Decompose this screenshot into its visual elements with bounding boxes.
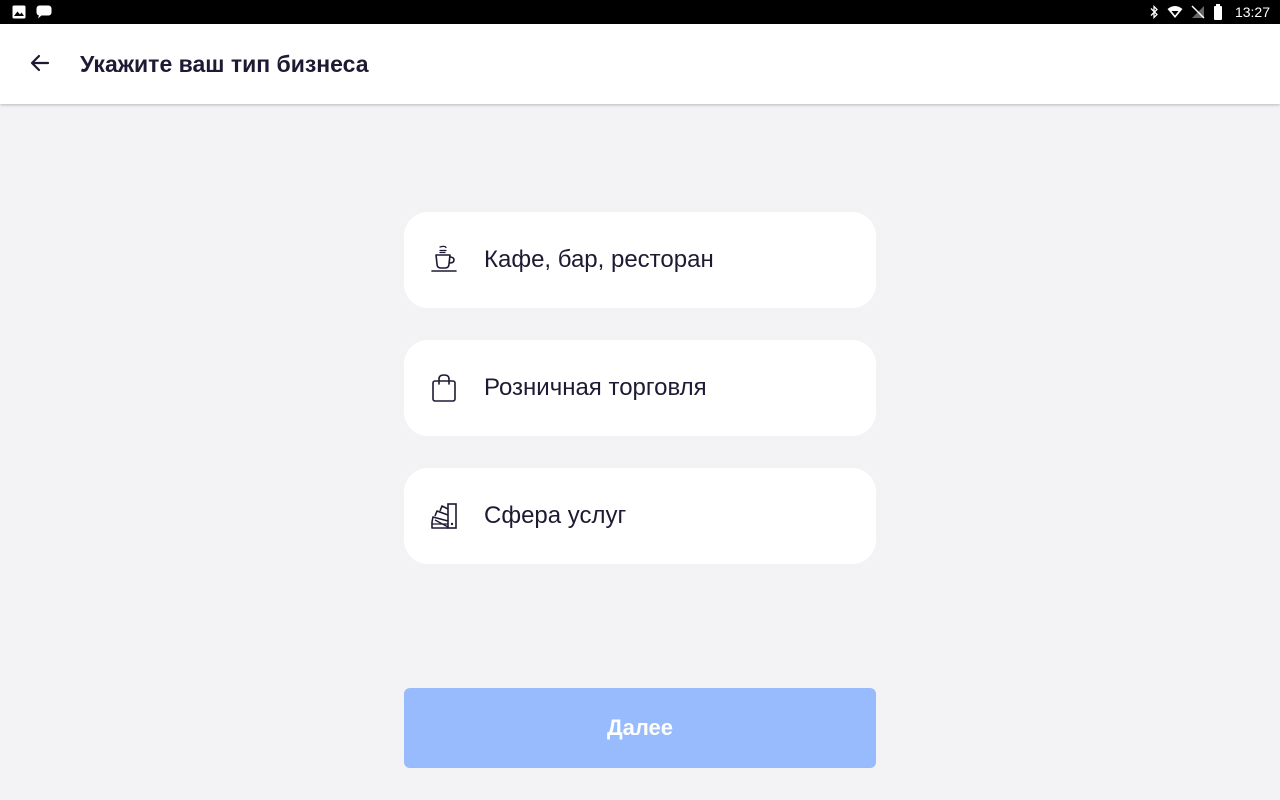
status-left bbox=[12, 5, 52, 19]
status-time: 13:27 bbox=[1234, 4, 1270, 20]
option-retail[interactable]: Розничная торговля bbox=[404, 340, 876, 436]
next-button[interactable]: Далее bbox=[404, 688, 876, 768]
back-button[interactable] bbox=[16, 40, 64, 88]
shopping-bag-icon bbox=[428, 372, 460, 404]
status-bar: 13:27 bbox=[0, 0, 1280, 24]
coffee-cup-icon bbox=[428, 244, 460, 276]
option-label: Сфера услуг bbox=[484, 502, 627, 529]
option-label: Кафе, бар, ресторан bbox=[484, 246, 714, 273]
option-label: Розничная торговля bbox=[484, 374, 707, 401]
app-bar: Укажите ваш тип бизнеса bbox=[0, 24, 1280, 104]
no-signal-icon bbox=[1191, 5, 1205, 19]
option-cafe-bar-restaurant[interactable]: Кафе, бар, ресторан bbox=[404, 212, 876, 308]
arrow-left-icon bbox=[28, 51, 52, 78]
business-type-options: Кафе, бар, ресторан Розничная торговля С… bbox=[404, 212, 876, 596]
status-right: 13:27 bbox=[1149, 4, 1270, 20]
message-notification-icon bbox=[36, 5, 52, 19]
image-notification-icon bbox=[12, 5, 26, 19]
option-services[interactable]: Сфера услуг bbox=[404, 468, 876, 564]
bluetooth-icon bbox=[1149, 5, 1159, 19]
wifi-icon bbox=[1167, 5, 1183, 19]
page-title: Укажите ваш тип бизнеса bbox=[80, 50, 369, 77]
battery-icon bbox=[1213, 4, 1223, 20]
color-swatch-icon bbox=[428, 500, 460, 532]
